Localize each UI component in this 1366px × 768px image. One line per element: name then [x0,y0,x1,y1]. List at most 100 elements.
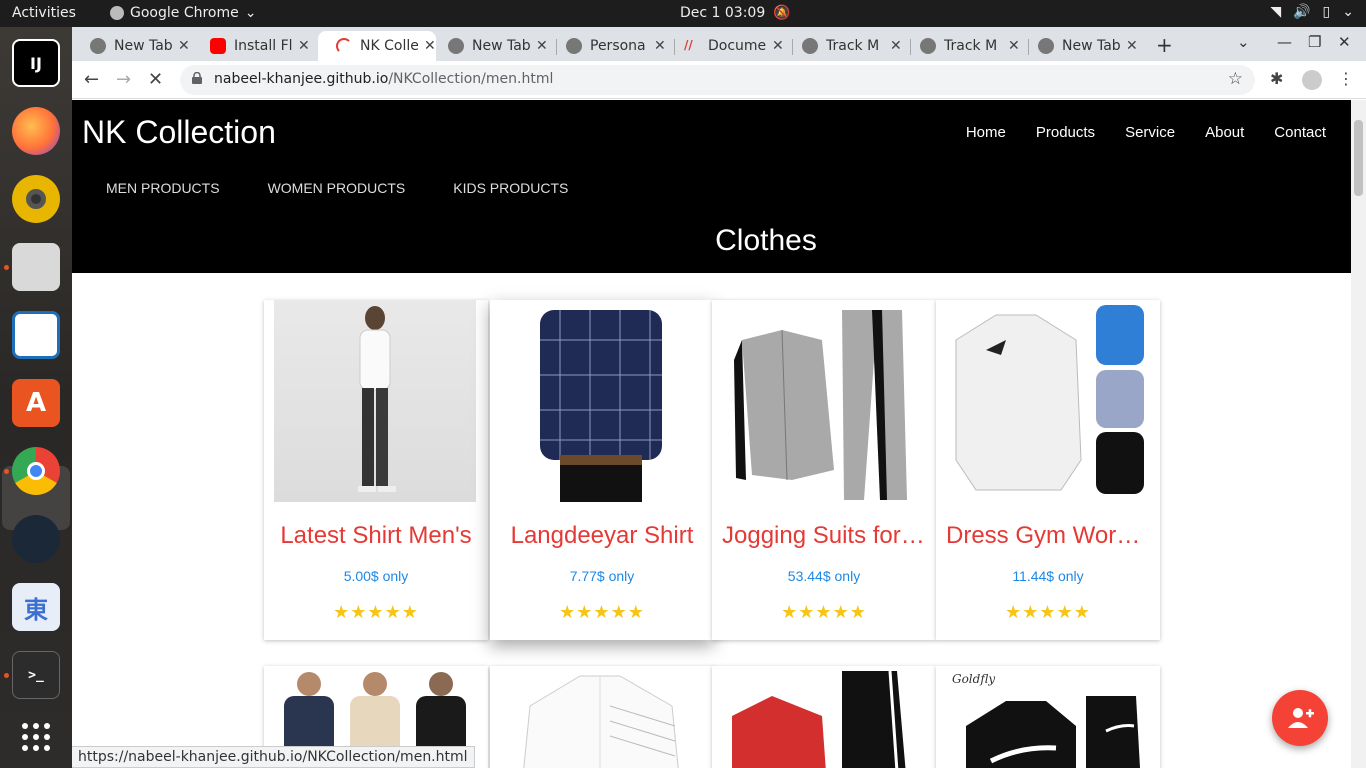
product-card[interactable] [490,666,714,768]
close-icon[interactable]: ✕ [890,38,902,54]
firefox-icon[interactable] [12,107,60,155]
product-card[interactable]: Goldfly [936,666,1160,768]
tab-personal[interactable]: Persona ✕ [548,31,668,61]
page-scrollbar[interactable] [1351,100,1366,768]
terminal-icon[interactable]: >_ [12,651,60,699]
bell-off-icon: 🔕 [773,5,791,21]
tab-title: Install Fl [234,38,292,54]
add-user-button[interactable] [1272,690,1328,746]
tab-search-icon[interactable]: ⌄ [1237,33,1250,51]
youtube-icon [210,38,226,54]
running-indicator [4,265,9,270]
libreoffice-writer-icon[interactable] [12,311,60,359]
wifi-icon: ◥ [1270,4,1282,20]
nav-home[interactable]: Home [966,124,1006,141]
chrome-icon [802,38,818,54]
running-indicator [4,673,9,678]
product-name[interactable]: Langdeeyar Shirt [490,522,714,550]
product-image[interactable] [946,300,1148,502]
forward-icon[interactable]: → [116,69,131,90]
close-icon[interactable]: ✕ [298,38,310,54]
activities-button[interactable]: Activities [12,5,76,21]
product-price: 5.00$ only [343,568,409,584]
back-icon[interactable]: ← [84,69,99,90]
chevron-down-icon: ⌄ [244,5,257,21]
battery-icon: ▯ [1322,4,1331,20]
stop-loading-icon[interactable]: ✕ [148,69,163,90]
product-card[interactable]: Dress Gym Workout 11.44$ only ★★★★★ [936,300,1160,640]
chrome-window: New Tab ✕ Install Fl ✕ NK Colle ✕ New Ta… [72,27,1366,768]
tab-title: Track M [826,38,880,54]
product-image[interactable] [722,666,924,768]
close-icon[interactable]: ✕ [536,38,548,54]
minimize-icon[interactable]: — [1277,33,1292,51]
profile-avatar-icon[interactable] [1302,70,1322,90]
tab-new-tab-2[interactable]: New Tab ✕ [430,31,550,61]
doc-icon: // [684,38,693,52]
close-icon[interactable]: ✕ [654,38,666,54]
product-image[interactable] [274,300,476,502]
nav-women-products[interactable]: WOMEN PRODUCTS [268,180,406,196]
product-image[interactable] [500,666,702,768]
close-icon[interactable]: ✕ [1126,38,1138,54]
new-tab-button[interactable]: + [1156,33,1173,57]
product-name[interactable]: Dress Gym Workout [936,522,1160,550]
brand-logo[interactable]: NK Collection [82,114,276,151]
app-menu[interactable]: Google Chrome ⌄ [110,5,256,21]
intellij-icon[interactable]: IJ [12,39,60,87]
product-image[interactable]: Goldfly [946,666,1148,768]
product-price: 7.77$ only [569,568,635,584]
product-image[interactable] [500,300,702,502]
product-name[interactable]: Jogging Suits for Men [712,522,936,550]
status-bar-url: https://nabeel-khanjee.github.io/NKColle… [72,746,475,768]
product-price: 53.44$ only [787,568,861,584]
steam-icon[interactable] [12,515,60,563]
tab-new-tab-3[interactable]: New Tab ✕ [1020,31,1140,61]
scrollbar-thumb[interactable] [1354,120,1363,196]
address-bar[interactable]: nabeel-khanjee.github.io/NKCollection/me… [180,65,1255,95]
tab-document[interactable]: // Docume ✕ [666,31,786,61]
nav-men-products[interactable]: MEN PRODUCTS [106,180,220,196]
chrome-icon[interactable] [12,447,60,495]
anki-label: 東 [24,595,48,624]
tab-new-tab-1[interactable]: New Tab ✕ [72,31,192,61]
rhythmbox-icon[interactable] [12,175,60,223]
show-apps-icon[interactable] [12,713,60,761]
maximize-icon[interactable]: ❐ [1308,33,1321,51]
tab-nk-collection[interactable]: NK Colle ✕ [318,31,436,61]
chrome-icon [920,38,936,54]
nav-products[interactable]: Products [1036,124,1095,141]
category-nav: MEN PRODUCTS WOMEN PRODUCTS KIDS PRODUCT… [106,180,568,196]
close-window-icon[interactable]: ✕ [1338,33,1351,51]
close-icon[interactable]: ✕ [178,38,190,54]
anki-icon[interactable]: 東 [12,583,60,631]
nav-service[interactable]: Service [1125,124,1175,141]
product-card[interactable] [712,666,936,768]
tab-track-2[interactable]: Track M ✕ [902,31,1022,61]
chrome-icon [1038,38,1054,54]
extensions-icon[interactable]: ✱ [1270,69,1283,88]
lock-icon [192,72,202,84]
nav-kids-products[interactable]: KIDS PRODUCTS [453,180,568,196]
nav-about[interactable]: About [1205,124,1244,141]
product-image[interactable] [722,300,924,502]
product-card[interactable]: Jogging Suits for Men 53.44$ only ★★★★★ [712,300,936,640]
product-card[interactable]: Latest Shirt Men's 5.00$ only ★★★★★ [264,300,488,640]
tab-install[interactable]: Install Fl ✕ [192,31,312,61]
system-tray[interactable]: ◥ 🔊 ▯ ⌄ [1270,4,1354,20]
close-icon[interactable]: ✕ [772,38,784,54]
tab-title: NK Colle [360,38,418,54]
bookmark-star-icon[interactable]: ☆ [1228,69,1243,89]
close-icon[interactable]: ✕ [1008,38,1020,54]
product-price: 11.44$ only [1012,568,1084,584]
product-name[interactable]: Latest Shirt Men's [264,522,488,550]
ubuntu-software-icon[interactable]: A [12,379,60,427]
menu-kebab-icon[interactable]: ⋮ [1338,69,1354,88]
tab-track-1[interactable]: Track M ✕ [784,31,904,61]
clock[interactable]: Dec 1 03:09 🔕 [680,5,791,21]
chrome-icon [90,38,106,54]
files-icon[interactable] [12,243,60,291]
product-card[interactable]: Langdeeyar Shirt 7.77$ only ★★★★★ [490,300,714,640]
tab-title: New Tab [114,38,172,54]
nav-contact[interactable]: Contact [1274,124,1326,141]
